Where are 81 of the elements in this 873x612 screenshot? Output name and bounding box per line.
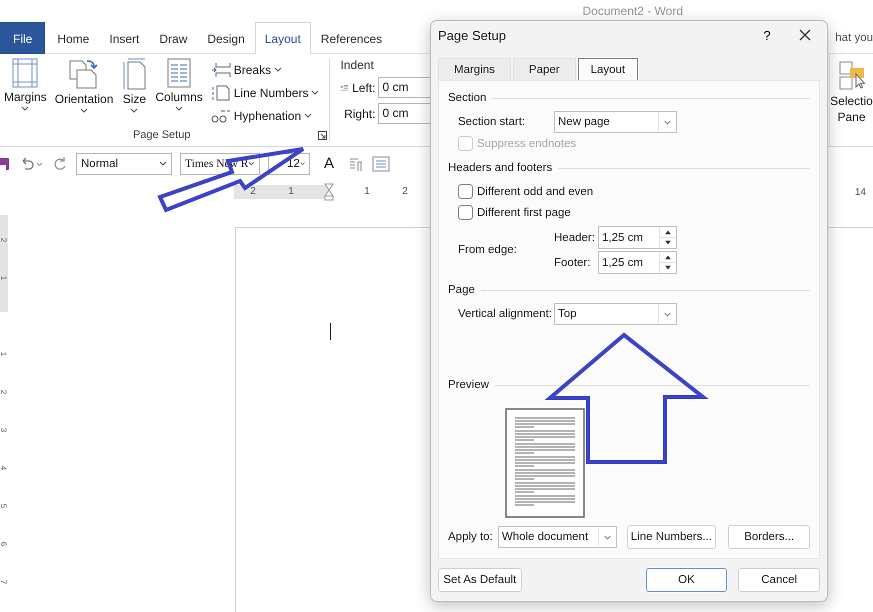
apply-to-dropdown[interactable]: Whole document (498, 526, 616, 548)
dialog-button[interactable]: Borders... (728, 525, 810, 549)
window-title: Document2 - Word (582, 4, 683, 18)
size-icon (121, 58, 148, 90)
checkbox[interactable] (458, 205, 473, 220)
text-effects-button[interactable]: A (318, 155, 340, 172)
caret-icon (248, 161, 255, 166)
set-as-default-button[interactable]: Set As Default (438, 568, 522, 592)
checkbox-label: Suppress endnotes (477, 138, 576, 150)
close-icon (799, 29, 811, 41)
ribbon-button[interactable]: Hyphenation (210, 106, 320, 125)
vertical-alignment-dropdown[interactable]: Top (554, 303, 677, 325)
page-break-icon (210, 62, 231, 78)
ribbon-button[interactable]: Margins (0, 58, 51, 129)
caret-icon (130, 108, 138, 113)
caret-icon (300, 161, 305, 166)
field-label: Header: (554, 232, 596, 244)
text-box-icon[interactable] (372, 156, 390, 172)
ribbon-tab[interactable]: Insert (99, 22, 150, 54)
dialog-launcher-icon[interactable] (318, 131, 328, 140)
ribbon-tab[interactable]: Home (47, 22, 100, 54)
spin-field[interactable]: 1,25 cm (598, 251, 677, 274)
field-label: Apply to: (448, 531, 494, 543)
dialog-tab[interactable]: Margins (438, 58, 511, 80)
selection-pane-icon (838, 60, 866, 92)
margins-icon (11, 58, 40, 88)
line-numbers-icon (210, 84, 231, 100)
field-label: Footer: (554, 256, 592, 268)
field-label: Left: (352, 80, 376, 94)
caret-icon (159, 161, 167, 166)
field-label: Right: (344, 106, 376, 120)
ribbon-button[interactable]: Size (117, 58, 152, 129)
group-label: Page Setup (132, 129, 190, 142)
section-heading: Headers and footers (448, 162, 552, 174)
group-label: Indent (340, 58, 375, 72)
help-button[interactable]: ? (752, 28, 782, 42)
orientation-icon (68, 58, 100, 90)
ribbon-button[interactable]: Line Numbers (210, 83, 320, 102)
redo-icon[interactable] (52, 156, 68, 172)
field-label: From edge: (458, 244, 518, 256)
text-cursor (330, 323, 331, 340)
tell-me-search[interactable]: hat you (835, 32, 873, 44)
field-label: Vertical alignment: (458, 308, 553, 320)
section-heading: Page (448, 284, 475, 296)
caret-icon (175, 106, 184, 111)
spin-buttons[interactable] (659, 252, 676, 273)
dialog-tab[interactable]: Layout (578, 58, 638, 80)
caret-icon (21, 106, 30, 111)
spin-field[interactable]: 1,25 cm (598, 226, 677, 249)
paragraph-icon[interactable] (348, 156, 364, 172)
ribbon-tab[interactable]: File (0, 22, 46, 54)
ribbon-button[interactable]: Columns (151, 58, 207, 129)
caret-icon (311, 90, 320, 95)
checkbox-label: Different first page (477, 206, 571, 218)
save-icon[interactable] (0, 156, 10, 170)
section-heading: Section (448, 92, 486, 104)
ribbon-tab[interactable]: Design (197, 22, 255, 54)
dialog-tab[interactable]: Paper (512, 58, 576, 80)
selection-pane-button[interactable]: Selectio Pane (829, 54, 873, 146)
dialog-button[interactable]: Cancel (738, 568, 820, 592)
ribbon-tab[interactable]: Draw (149, 22, 198, 54)
caret-icon (274, 67, 282, 72)
ribbon-button[interactable]: Orientation (50, 58, 118, 129)
ruler-number: 14 (854, 186, 866, 198)
ribbon-tab[interactable]: References (310, 22, 392, 54)
dialog-button[interactable]: OK (646, 568, 728, 592)
caret-icon (304, 113, 312, 118)
checkbox-label: Different odd and even (477, 186, 594, 198)
spin-buttons[interactable] (659, 227, 676, 248)
section-start-dropdown[interactable]: New page (554, 111, 677, 133)
style-dropdown[interactable]: Normal (76, 152, 172, 174)
ribbon-tab[interactable]: Layout (254, 22, 311, 54)
dialog-title: Page Setup (438, 28, 507, 42)
dialog-button[interactable]: Line Numbers... (626, 525, 716, 549)
checkbox[interactable] (458, 184, 473, 199)
field-label: Section start: (458, 116, 526, 128)
section-heading: Preview (448, 379, 489, 391)
ribbon-button[interactable]: Breaks (210, 60, 320, 79)
caret-icon (80, 108, 88, 113)
columns-icon (167, 58, 192, 88)
hyphenation-icon (210, 108, 231, 124)
